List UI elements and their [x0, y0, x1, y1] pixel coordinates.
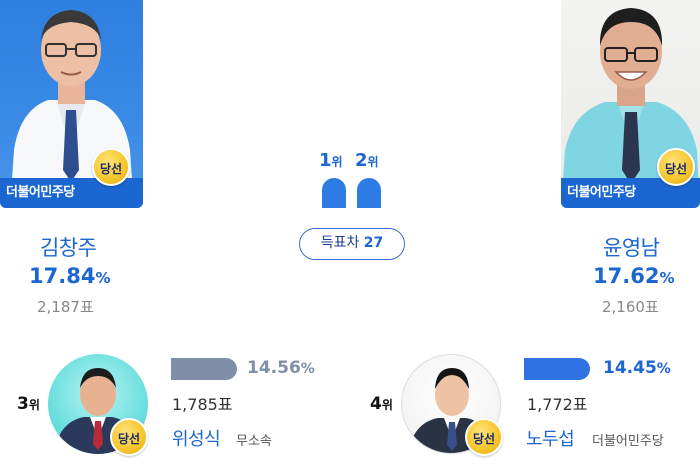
- candidate-percent-1: 17.84%: [29, 264, 111, 288]
- candidate-name-4[interactable]: 노두섭: [526, 425, 575, 451]
- rank-2-bar: [357, 178, 381, 208]
- vote-gap-pill: 득표차 27: [299, 228, 405, 260]
- candidate-name-3[interactable]: 위성식: [172, 425, 221, 451]
- candidate-votes-4: 1,772표: [527, 395, 588, 414]
- candidate-party-3: 무소속: [236, 434, 272, 449]
- candidate-votes-2: 2,160표: [602, 298, 659, 316]
- vote-bar-fill: [524, 358, 590, 380]
- rank-1-label: 1위: [319, 150, 343, 171]
- vote-bar-4: [524, 358, 590, 380]
- candidate-photo-card-2[interactable]: 더불어민주당 당선: [561, 0, 700, 208]
- winner-badge: 당선: [92, 148, 130, 186]
- vote-bar-fill: [171, 358, 237, 380]
- candidate-votes-1: 2,187표: [37, 298, 94, 316]
- candidate-percent-4: 14.45%: [603, 358, 671, 378]
- winner-badge: 당선: [110, 418, 148, 456]
- rank-2-label: 2위: [355, 150, 379, 171]
- rank-3-label: 3위: [17, 394, 40, 414]
- candidate-percent-2: 17.62%: [593, 264, 675, 288]
- candidate-percent-3: 14.56%: [247, 358, 315, 378]
- rank-1-bar: [322, 178, 346, 208]
- vote-bar-3: [171, 358, 237, 380]
- candidate-party-4: 더불어민주당: [592, 434, 664, 449]
- rank-4-label: 4위: [370, 394, 393, 414]
- candidate-votes-3: 1,785표: [172, 395, 233, 414]
- candidate-photo-card-1[interactable]: 더불어민주당 당선: [0, 0, 143, 208]
- winner-badge: 당선: [657, 148, 695, 186]
- vote-gap-value: 27: [363, 235, 384, 251]
- candidate-name-1[interactable]: 김창주: [40, 232, 97, 262]
- candidate-name-2[interactable]: 윤영남: [603, 232, 660, 262]
- winner-badge: 당선: [465, 418, 503, 456]
- vote-gap-label: 득표차: [320, 235, 360, 251]
